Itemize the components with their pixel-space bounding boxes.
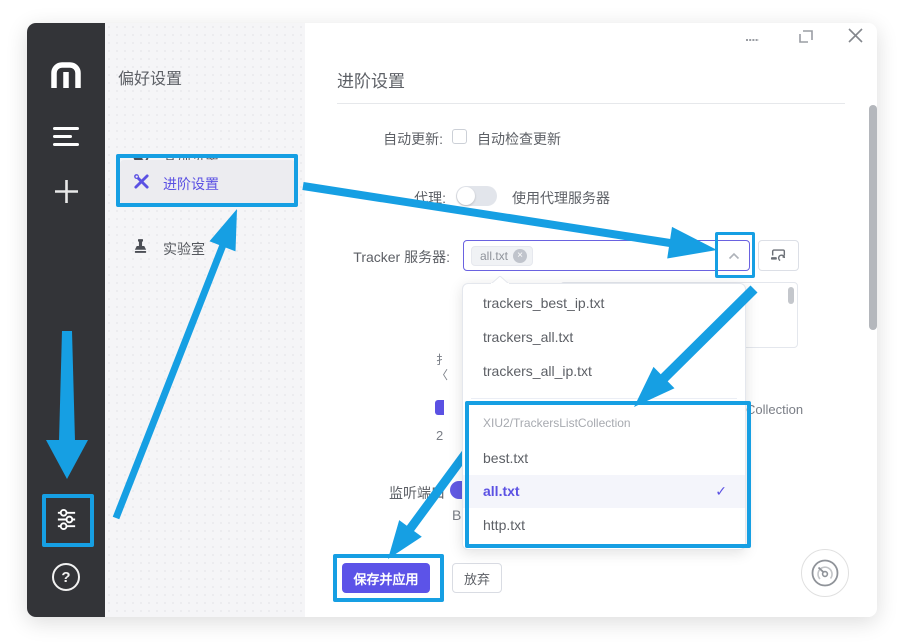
settings-icon[interactable]: [55, 508, 78, 531]
check-icon: ✓: [715, 475, 727, 508]
proxy-label: 代理:: [346, 188, 446, 208]
listen-port-label: 监听端口: [335, 483, 445, 503]
main-scrollbar[interactable]: [869, 105, 877, 330]
tools-icon: [133, 173, 150, 190]
sidebar-item-lab[interactable]: 实验室: [118, 235, 295, 275]
remove-tag-icon[interactable]: ×: [513, 249, 527, 263]
gauge-icon: [810, 558, 840, 588]
title-divider: [337, 103, 845, 104]
sync-tracker-button[interactable]: [758, 240, 799, 271]
sidebar-item-advanced[interactable]: 进阶设置: [120, 160, 295, 204]
save-button[interactable]: 保存并应用: [342, 563, 430, 593]
dropdown-item[interactable]: trackers_all.txt: [463, 320, 745, 354]
close-button[interactable]: [847, 27, 864, 44]
dropdown-divider: [471, 398, 737, 399]
discard-button[interactable]: 放弃: [452, 563, 502, 593]
sidebar-item-label: 实验室: [163, 239, 205, 259]
add-task-icon[interactable]: [53, 178, 80, 205]
dropdown-item[interactable]: trackers_best_ip.txt: [463, 286, 745, 320]
page-title: 进阶设置: [337, 67, 405, 92]
text-fragment-letter: B: [452, 507, 461, 523]
help-icon[interactable]: ?: [52, 563, 80, 591]
dropdown-item[interactable]: best.txt: [463, 441, 745, 475]
tracker-label: Tracker 服务器:: [330, 247, 450, 267]
dropdown-group-label: XIU2/TrackersListCollection: [483, 416, 631, 430]
stamp-icon: [133, 238, 148, 254]
tracker-dropdown: trackers_best_ip.txt trackers_all.txt tr…: [462, 283, 746, 550]
toggle-knob: [457, 187, 475, 205]
task-list-icon[interactable]: [53, 126, 80, 148]
app-window: ? 偏好设置 基础设置: [27, 23, 877, 617]
checked-checkbox-fragment: [435, 400, 444, 415]
sidebar-item-label: 进阶设置: [163, 174, 219, 194]
dropdown-item[interactable]: trackers_all_ip.txt: [463, 354, 745, 388]
help-text-fragment: 〈: [436, 366, 448, 383]
dropdown-notch: [491, 276, 509, 284]
tracker-source-link-fragment[interactable]: Collection: [746, 402, 803, 417]
textarea-scrollbar[interactable]: [788, 287, 794, 304]
minimize-button[interactable]: [745, 35, 761, 45]
chevron-up-icon[interactable]: [728, 252, 740, 260]
prefs-title: 偏好设置: [118, 65, 182, 89]
proxy-toggle[interactable]: [456, 186, 497, 206]
maximize-button[interactable]: [798, 28, 815, 45]
prefs-panel: 偏好设置 基础设置: [105, 23, 305, 617]
motrix-logo-icon: [48, 60, 84, 90]
sync-icon: [770, 248, 787, 263]
tracker-select[interactable]: all.txt ×: [463, 240, 750, 271]
dropdown-item-selected[interactable]: all.txt ✓: [463, 475, 745, 508]
auto-update-checkbox[interactable]: [452, 129, 467, 144]
dropdown-item[interactable]: http.txt: [463, 508, 745, 542]
auto-update-label: 自动更新:: [343, 129, 443, 149]
auto-update-checkbox-label[interactable]: 自动检查更新: [477, 129, 561, 149]
speed-gauge-button[interactable]: [801, 549, 849, 597]
side-rail: ?: [27, 23, 105, 617]
tracker-tag: all.txt ×: [471, 246, 533, 266]
text-fragment-number: 2: [436, 428, 443, 443]
proxy-toggle-label: 使用代理服务器: [512, 188, 610, 208]
